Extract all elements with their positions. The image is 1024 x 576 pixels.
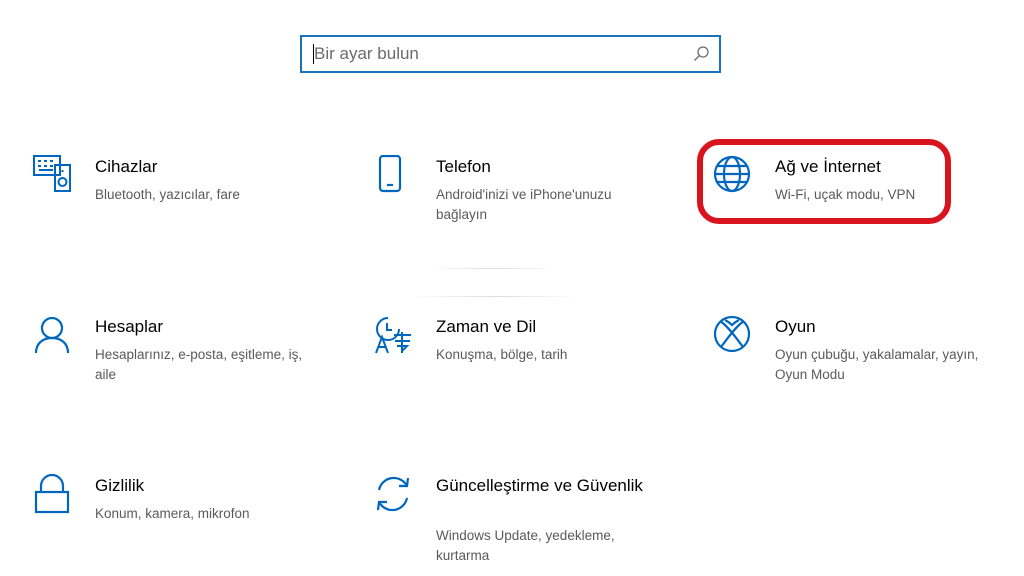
- search-box[interactable]: [300, 35, 721, 73]
- tile-description: Android'inizi ve iPhone'unuzu bağlayın: [436, 187, 612, 222]
- tile-title: Cihazlar: [95, 157, 158, 176]
- tile-phone[interactable]: Telefon Android'inizi ve iPhone'unuzu ba…: [374, 155, 674, 255]
- tile-title: Telefon: [436, 157, 491, 176]
- xbox-icon: [713, 315, 757, 359]
- tile-title: Zaman ve Dil: [436, 317, 537, 336]
- tile-description: Bluetooth, yazıcılar, fare: [95, 187, 240, 202]
- tile-accounts[interactable]: Hesaplar Hesaplarınız, e-posta, eşitleme…: [33, 315, 333, 415]
- tile-description: Konum, kamera, mikrofon: [95, 506, 250, 521]
- tile-title: Gizlilik: [95, 476, 145, 495]
- update-icon: [374, 474, 418, 518]
- tile-title: Oyun: [775, 317, 816, 336]
- phone-icon: [374, 155, 418, 199]
- highlight-annotation: [697, 139, 951, 224]
- tile-description: Hesaplarınız, e-posta, eşitleme, iş, ail…: [95, 347, 303, 382]
- tile-privacy[interactable]: Gizlilik Konum, kamera, mikrofon: [33, 474, 333, 574]
- tile-update-security[interactable]: Güncelleştirme ve Güvenlik Windows Updat…: [374, 474, 674, 574]
- divider: [410, 296, 580, 297]
- tile-description: Oyun çubuğu, yakalamalar, yayın, Oyun Mo…: [775, 347, 979, 382]
- devices-icon: [33, 155, 77, 199]
- tile-description: Konuşma, bölge, tarih: [436, 347, 568, 362]
- tile-devices[interactable]: Cihazlar Bluetooth, yazıcılar, fare: [33, 155, 333, 255]
- search-input[interactable]: [314, 37, 674, 71]
- tile-title: Güncelleştirme ve Güvenlik: [436, 476, 643, 495]
- lock-icon: [33, 474, 77, 518]
- tile-time-language[interactable]: Zaman ve Dil Konuşma, bölge, tarih: [374, 315, 674, 415]
- person-icon: [33, 315, 77, 359]
- tile-title: Hesaplar: [95, 317, 164, 336]
- tile-gaming[interactable]: Oyun Oyun çubuğu, yakalamalar, yayın, Oy…: [713, 315, 1013, 415]
- time-language-icon: [374, 315, 418, 359]
- search-icon[interactable]: [692, 45, 710, 63]
- divider: [428, 268, 558, 269]
- tile-description: Windows Update, yedekleme, kurtarma: [436, 528, 615, 563]
